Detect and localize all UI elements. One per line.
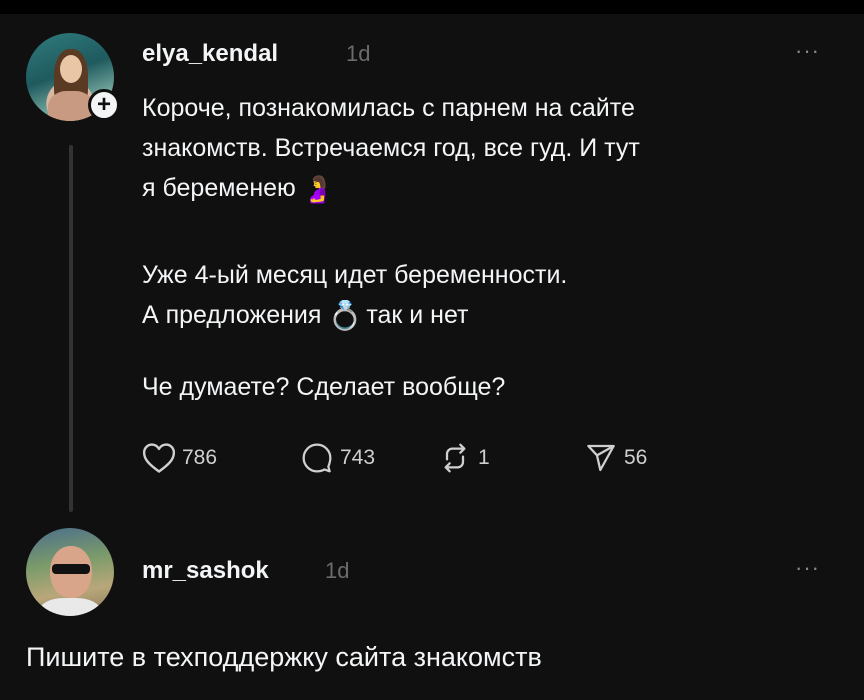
like-count: 786	[182, 446, 218, 469]
send-icon	[587, 444, 615, 472]
ring-emoji: 💍	[327, 300, 363, 332]
repost-icon	[444, 443, 466, 473]
top-bar	[0, 0, 864, 14]
post-line-text: так и нет	[366, 301, 469, 329]
comment-button[interactable]: 743	[300, 442, 375, 474]
avatar-face	[60, 55, 82, 83]
post-body-2: Уже 4-ый месяц идет беременности. А пред…	[142, 255, 567, 336]
post-line-text: я беременею	[142, 174, 296, 202]
post-body: Короче, познакомилась с парнем на сайте …	[142, 88, 842, 209]
post-line: Короче, познакомилась с парнем на сайте	[142, 94, 635, 122]
reply-text: Пишите в техподдержку сайта знакомств	[26, 642, 542, 672]
post-line: знакомств. Встречаемся год, все гуд. И т…	[142, 134, 640, 162]
post-line: Че думаете? Сделает вообще?	[142, 373, 506, 401]
comment-icon	[302, 443, 332, 473]
post-username[interactable]: elya_kendal	[142, 40, 278, 68]
reply-avatar[interactable]	[26, 528, 114, 616]
post-line-text: А предложения	[142, 301, 322, 329]
post-time: 1d	[346, 41, 371, 66]
share-count: 56	[624, 446, 648, 469]
like-button[interactable]: 786	[142, 442, 217, 474]
avatar-glasses	[52, 564, 90, 574]
repost-button[interactable]: 1	[438, 442, 490, 474]
post-line: Уже 4-ый месяц идет беременности.	[142, 261, 568, 289]
comment-count: 743	[340, 446, 376, 469]
post-line: А предложения 💍 так и нет	[142, 295, 567, 336]
avatar-shirt	[40, 598, 100, 616]
more-options-icon[interactable]: ···	[795, 40, 820, 62]
thread-line	[69, 145, 73, 512]
post-line: я беременею 🤰	[142, 168, 842, 209]
share-button[interactable]: 56	[584, 442, 647, 474]
repost-count: 1	[478, 446, 490, 469]
follow-button[interactable]: +	[88, 89, 120, 121]
heart-icon	[142, 443, 176, 473]
reply-time: 1d	[325, 558, 350, 583]
reply-username[interactable]: mr_sashok	[142, 557, 269, 585]
post-body-3: Че думаете? Сделает вообще?	[142, 367, 505, 407]
more-options-icon[interactable]: ···	[795, 557, 820, 579]
pregnant-woman-emoji: 🤰	[301, 174, 335, 205]
